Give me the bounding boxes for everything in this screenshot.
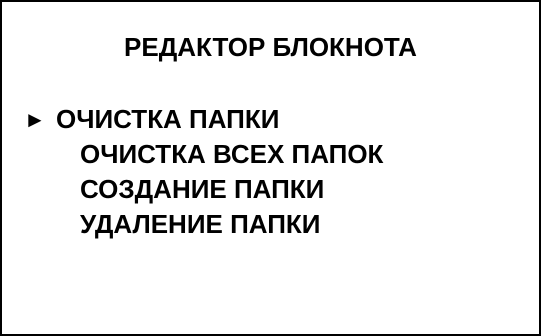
menu-item-create-folder[interactable]: СОЗДАНИЕ ПАПКИ bbox=[2, 172, 539, 207]
menu-item-label: СОЗДАНИЕ ПАПКИ bbox=[80, 174, 325, 204]
menu-item-label: ОЧИСТКА ВСЕХ ПАПОК bbox=[80, 139, 384, 169]
menu-item-label: УДАЛЕНИЕ ПАПКИ bbox=[80, 209, 321, 239]
menu-item-clear-folder[interactable]: ► ОЧИСТКА ПАПКИ bbox=[2, 102, 539, 137]
menu-item-clear-all-folders[interactable]: ОЧИСТКА ВСЕХ ПАПОК bbox=[2, 137, 539, 172]
screen-title: РЕДАКТОР БЛОКНОТА bbox=[124, 32, 417, 62]
selection-arrow-icon: ► bbox=[24, 107, 46, 132]
menu-item-label: ОЧИСТКА ПАПКИ bbox=[56, 104, 280, 134]
menu-item-delete-folder[interactable]: УДАЛЕНИЕ ПАПКИ bbox=[2, 207, 539, 242]
editor-menu: ► ОЧИСТКА ПАПКИ ОЧИСТКА ВСЕХ ПАПОК СОЗДА… bbox=[2, 102, 539, 242]
notepad-editor-screen: РЕДАКТОР БЛОКНОТА ► ОЧИСТКА ПАПКИ ОЧИСТК… bbox=[0, 0, 541, 336]
